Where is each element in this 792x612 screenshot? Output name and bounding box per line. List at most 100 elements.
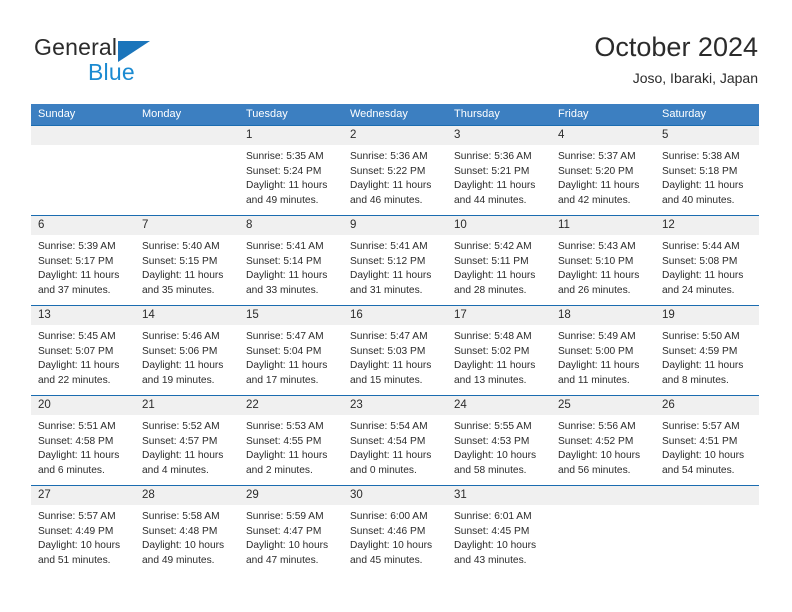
day-cell[interactable]: 29 Sunrise: 5:59 AM Sunset: 4:47 PM Dayl… — [239, 486, 343, 575]
day-cell[interactable]: 27 Sunrise: 5:57 AM Sunset: 4:49 PM Dayl… — [31, 486, 135, 575]
day-details — [655, 505, 759, 510]
sunrise-text: Sunrise: 5:43 AM — [558, 241, 636, 252]
sunset-text: Sunset: 5:03 PM — [350, 345, 426, 357]
sunrise-text: Sunrise: 5:46 AM — [142, 331, 220, 342]
sunrise-text: Sunrise: 5:48 AM — [454, 331, 532, 342]
day-number: 8 — [246, 219, 253, 231]
day-number-band — [31, 126, 135, 145]
sunrise-text: Sunrise: 5:36 AM — [350, 151, 428, 162]
day-details — [31, 145, 135, 150]
daylight-text-line1: Daylight: 11 hours — [350, 180, 432, 192]
daylight-text-line1: Daylight: 11 hours — [246, 450, 328, 462]
daylight-text-line2: and 49 minutes. — [142, 554, 215, 566]
day-cell[interactable] — [655, 486, 759, 575]
day-cell[interactable]: 30 Sunrise: 6:00 AM Sunset: 4:46 PM Dayl… — [343, 486, 447, 575]
sunrise-text: Sunrise: 5:50 AM — [662, 331, 740, 342]
logo-text-blue: Blue — [88, 59, 135, 85]
day-number-band: 16 — [343, 306, 447, 325]
day-cell[interactable]: 16 Sunrise: 5:47 AM Sunset: 5:03 PM Dayl… — [343, 306, 447, 395]
weekday-header-friday: Friday — [558, 108, 589, 120]
sunrise-text: Sunrise: 5:53 AM — [246, 421, 324, 432]
day-cell[interactable]: 5 Sunrise: 5:38 AM Sunset: 5:18 PM Dayli… — [655, 126, 759, 215]
day-cell[interactable] — [31, 126, 135, 215]
day-cell[interactable]: 13 Sunrise: 5:45 AM Sunset: 5:07 PM Dayl… — [31, 306, 135, 395]
daylight-text-line2: and 44 minutes. — [454, 194, 527, 206]
general-blue-logo[interactable]: General Blue — [34, 34, 254, 90]
sunset-text: Sunset: 4:59 PM — [662, 345, 738, 357]
daylight-text-line1: Daylight: 11 hours — [558, 360, 640, 372]
day-number-band: 25 — [551, 396, 655, 415]
sunrise-text: Sunrise: 5:55 AM — [454, 421, 532, 432]
day-cell[interactable]: 21 Sunrise: 5:52 AM Sunset: 4:57 PM Dayl… — [135, 396, 239, 485]
sunrise-text: Sunrise: 5:41 AM — [246, 241, 324, 252]
day-details: Sunrise: 5:59 AM Sunset: 4:47 PM Dayligh… — [239, 505, 343, 568]
weekday-header-monday: Monday — [142, 108, 182, 120]
day-cell[interactable]: 28 Sunrise: 5:58 AM Sunset: 4:48 PM Dayl… — [135, 486, 239, 575]
day-cell[interactable]: 7 Sunrise: 5:40 AM Sunset: 5:15 PM Dayli… — [135, 216, 239, 305]
daylight-text-line1: Daylight: 10 hours — [246, 540, 329, 552]
day-details: Sunrise: 5:51 AM Sunset: 4:58 PM Dayligh… — [31, 415, 135, 478]
sunset-text: Sunset: 5:12 PM — [350, 255, 426, 267]
sunset-text: Sunset: 4:48 PM — [142, 525, 218, 537]
day-cell[interactable] — [135, 126, 239, 215]
day-number: 30 — [350, 489, 363, 501]
day-cell[interactable]: 31 Sunrise: 6:01 AM Sunset: 4:45 PM Dayl… — [447, 486, 551, 575]
daylight-text-line1: Daylight: 11 hours — [246, 360, 328, 372]
day-details: Sunrise: 5:39 AM Sunset: 5:17 PM Dayligh… — [31, 235, 135, 298]
daylight-text-line2: and 6 minutes. — [38, 464, 105, 476]
day-number-band: 19 — [655, 306, 759, 325]
day-cell[interactable]: 11 Sunrise: 5:43 AM Sunset: 5:10 PM Dayl… — [551, 216, 655, 305]
day-number: 21 — [142, 399, 155, 411]
day-details — [551, 505, 655, 510]
day-cell[interactable]: 19 Sunrise: 5:50 AM Sunset: 4:59 PM Dayl… — [655, 306, 759, 395]
day-cell[interactable]: 4 Sunrise: 5:37 AM Sunset: 5:20 PM Dayli… — [551, 126, 655, 215]
sunset-text: Sunset: 5:06 PM — [142, 345, 218, 357]
day-number-band: 12 — [655, 216, 759, 235]
day-cell[interactable]: 24 Sunrise: 5:55 AM Sunset: 4:53 PM Dayl… — [447, 396, 551, 485]
day-number-band: 7 — [135, 216, 239, 235]
daylight-text-line1: Daylight: 11 hours — [558, 270, 640, 282]
day-cell[interactable]: 26 Sunrise: 5:57 AM Sunset: 4:51 PM Dayl… — [655, 396, 759, 485]
day-cell[interactable]: 14 Sunrise: 5:46 AM Sunset: 5:06 PM Dayl… — [135, 306, 239, 395]
day-cell[interactable]: 1 Sunrise: 5:35 AM Sunset: 5:24 PM Dayli… — [239, 126, 343, 215]
day-cell[interactable]: 12 Sunrise: 5:44 AM Sunset: 5:08 PM Dayl… — [655, 216, 759, 305]
day-number: 10 — [454, 219, 467, 231]
day-cell[interactable]: 15 Sunrise: 5:47 AM Sunset: 5:04 PM Dayl… — [239, 306, 343, 395]
day-cell[interactable]: 9 Sunrise: 5:41 AM Sunset: 5:12 PM Dayli… — [343, 216, 447, 305]
week-row: 20 Sunrise: 5:51 AM Sunset: 4:58 PM Dayl… — [31, 395, 759, 485]
day-number: 19 — [662, 309, 675, 321]
day-number: 24 — [454, 399, 467, 411]
daylight-text-line1: Daylight: 10 hours — [662, 450, 745, 462]
day-cell[interactable]: 17 Sunrise: 5:48 AM Sunset: 5:02 PM Dayl… — [447, 306, 551, 395]
day-number-band: 23 — [343, 396, 447, 415]
daylight-text-line2: and 33 minutes. — [246, 284, 319, 296]
day-details: Sunrise: 5:42 AM Sunset: 5:11 PM Dayligh… — [447, 235, 551, 298]
day-cell[interactable]: 25 Sunrise: 5:56 AM Sunset: 4:52 PM Dayl… — [551, 396, 655, 485]
sunrise-text: Sunrise: 5:39 AM — [38, 241, 116, 252]
daylight-text-line1: Daylight: 11 hours — [246, 180, 328, 192]
daylight-text-line1: Daylight: 11 hours — [142, 450, 224, 462]
daylight-text-line2: and 58 minutes. — [454, 464, 527, 476]
sunset-text: Sunset: 5:08 PM — [662, 255, 738, 267]
day-cell[interactable]: 22 Sunrise: 5:53 AM Sunset: 4:55 PM Dayl… — [239, 396, 343, 485]
day-details: Sunrise: 5:46 AM Sunset: 5:06 PM Dayligh… — [135, 325, 239, 388]
sunset-text: Sunset: 4:53 PM — [454, 435, 530, 447]
day-number: 20 — [38, 399, 51, 411]
sunset-text: Sunset: 5:02 PM — [454, 345, 530, 357]
day-cell[interactable]: 8 Sunrise: 5:41 AM Sunset: 5:14 PM Dayli… — [239, 216, 343, 305]
day-number: 31 — [454, 489, 467, 501]
sunset-text: Sunset: 5:15 PM — [142, 255, 218, 267]
daylight-text-line2: and 46 minutes. — [350, 194, 423, 206]
day-number-band: 18 — [551, 306, 655, 325]
day-cell[interactable]: 3 Sunrise: 5:36 AM Sunset: 5:21 PM Dayli… — [447, 126, 551, 215]
daylight-text-line2: and 42 minutes. — [558, 194, 631, 206]
day-cell[interactable]: 6 Sunrise: 5:39 AM Sunset: 5:17 PM Dayli… — [31, 216, 135, 305]
day-cell[interactable]: 2 Sunrise: 5:36 AM Sunset: 5:22 PM Dayli… — [343, 126, 447, 215]
daylight-text-line1: Daylight: 10 hours — [558, 450, 641, 462]
day-cell[interactable]: 20 Sunrise: 5:51 AM Sunset: 4:58 PM Dayl… — [31, 396, 135, 485]
day-cell[interactable]: 10 Sunrise: 5:42 AM Sunset: 5:11 PM Dayl… — [447, 216, 551, 305]
day-cell[interactable]: 23 Sunrise: 5:54 AM Sunset: 4:54 PM Dayl… — [343, 396, 447, 485]
day-cell[interactable] — [551, 486, 655, 575]
day-cell[interactable]: 18 Sunrise: 5:49 AM Sunset: 5:00 PM Dayl… — [551, 306, 655, 395]
week-row: 27 Sunrise: 5:57 AM Sunset: 4:49 PM Dayl… — [31, 485, 759, 575]
